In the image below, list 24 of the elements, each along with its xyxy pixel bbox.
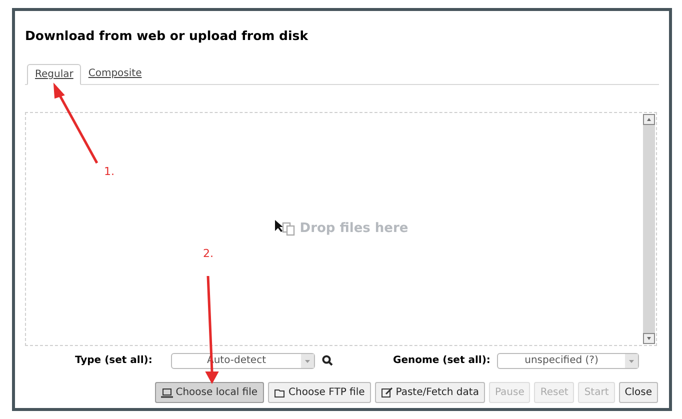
drop-hint: Drop files here [300,220,408,238]
folder-icon [274,386,286,398]
annotation-label: 2. [203,246,214,262]
scrollbar[interactable] [643,114,655,344]
scroll-down-icon[interactable] [643,332,655,344]
edit-icon [380,386,393,398]
annotation-label: 1. [104,164,114,180]
search-icon[interactable] [322,355,333,366]
action-button[interactable]: Choose local file [154,382,264,403]
genome-select[interactable]: unspecified (?) [497,352,639,369]
dropdown-icon [301,354,314,368]
action-button[interactable]: Paste/Fetch data [374,382,485,403]
tab[interactable]: Composite [81,64,149,84]
action-button[interactable]: Close [618,382,658,403]
dropdown-icon [625,354,638,368]
type-label: Type (set all): [75,354,154,368]
files-icon [282,222,296,236]
scroll-up-icon[interactable] [643,114,655,125]
dialog-title: Download from web or upload from disk [25,27,310,45]
action-button[interactable]: Choose FTP file [268,382,371,403]
laptop-icon [160,386,173,398]
tab[interactable]: Regular [27,64,82,85]
genome-label: Genome (set all): [393,354,492,368]
cursor-icon [274,218,284,233]
